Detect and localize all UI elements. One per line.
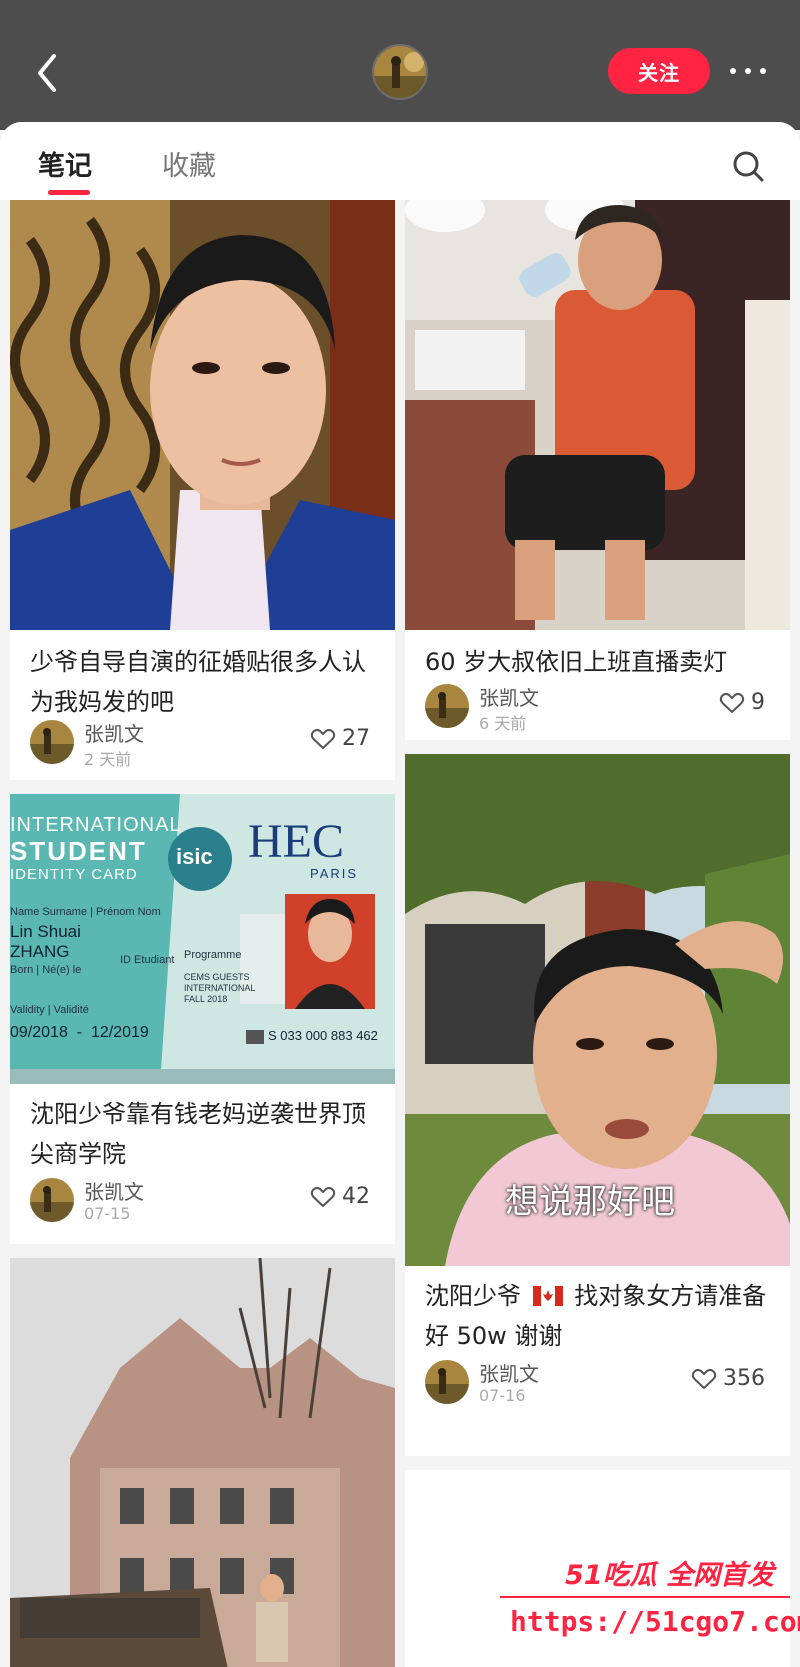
programme-line1: CEMS GUESTS — [184, 972, 250, 982]
note-cover-image — [10, 1258, 395, 1667]
heart-icon — [310, 728, 336, 749]
author-avatar[interactable] — [425, 1360, 469, 1404]
author-avatar[interactable] — [30, 720, 74, 764]
note-title: 少爷自导自演的征婚贴很多人认为我妈发的吧 — [30, 648, 366, 716]
like-button[interactable]: 9 — [719, 690, 765, 715]
id-name2: ZHANG — [10, 942, 70, 961]
tab-notes[interactable]: 笔记 — [38, 144, 92, 183]
author-name[interactable]: 张凯文 — [84, 718, 144, 747]
search-icon[interactable] — [730, 148, 766, 184]
note-meta: 张凯文 6 天前 9 — [425, 684, 765, 734]
tab-favorites[interactable]: 收藏 — [162, 144, 216, 183]
id-card-line1: INTERNATIONAL — [10, 814, 182, 836]
note-title: 沈阳少爷 找对象女方请准备好 50w 谢谢 — [425, 1276, 770, 1356]
id-validity-label: Validity | Validité — [10, 1004, 89, 1016]
note-cover-image — [10, 200, 395, 630]
author-name[interactable]: 张凯文 — [84, 1176, 144, 1205]
note-cover-image — [405, 200, 790, 630]
like-count: 42 — [342, 1184, 370, 1209]
like-button[interactable]: 42 — [310, 1184, 370, 1209]
notes-feed: 少爷自导自演的征婚贴很多人认为我妈发的吧 张凯文 2 天前 27 60 岁大叔依… — [0, 200, 800, 1667]
heart-icon — [691, 1368, 717, 1389]
dot — [760, 68, 766, 74]
top-bar: 关注 — [0, 0, 800, 130]
like-count: 356 — [723, 1366, 765, 1391]
note-card[interactable]: 少爷自导自演的征婚贴很多人认为我妈发的吧 张凯文 2 天前 27 — [10, 200, 395, 780]
post-date: 07-16 — [479, 1386, 526, 1405]
note-meta: 张凯文 07-16 356 — [425, 1360, 765, 1410]
content-sheet: 笔记 收藏 少爷自导自演的征婚贴很多人认为我妈发的吧 张凯文 2 天前 27 6… — [0, 122, 800, 1667]
video-subtitle: 想说那好吧 — [505, 1182, 675, 1222]
hec-logo: HEC — [248, 815, 344, 868]
watermark-line1: 51吃瓜 全网首发 — [565, 1560, 774, 1591]
heart-icon — [310, 1186, 336, 1207]
id-etudiant-label: ID Etudiant — [120, 954, 175, 966]
heart-icon — [719, 692, 745, 713]
note-card[interactable]: INTERNATIONAL STUDENT IDENTITY CARD isic… — [10, 794, 395, 1244]
note-meta: 张凯文 07-15 42 — [30, 1178, 370, 1228]
post-date: 2 天前 — [84, 750, 132, 769]
author-name[interactable]: 张凯文 — [479, 682, 539, 711]
dot — [730, 68, 736, 74]
watermark-line2: https://51cgo7.com — [510, 1605, 800, 1638]
note-card[interactable]: 想说那好吧 沈阳少爷 找对象女方请准备好 50w 谢谢 张凯文 07-16 35… — [405, 754, 790, 1456]
id-card-line3: IDENTITY CARD — [10, 866, 138, 883]
id-name-label: Name Surname | Prénom Nom — [10, 906, 161, 918]
author-avatar[interactable] — [425, 684, 469, 728]
hec-city: PARIS — [310, 866, 359, 881]
active-tab-indicator — [48, 190, 90, 195]
programme-label: Programme — [184, 949, 242, 961]
follow-button[interactable]: 关注 — [608, 48, 710, 94]
like-count: 9 — [751, 690, 765, 715]
note-title: 60 岁大叔依旧上班直播卖灯 — [425, 648, 728, 676]
note-card[interactable]: 60 岁大叔依旧上班直播卖灯 张凯文 6 天前 9 — [405, 200, 790, 740]
id-name1: Lin Shuai — [10, 922, 81, 941]
id-born-label: Born | Né(e) le — [10, 964, 82, 976]
profile-page: 关注 笔记 收藏 少爷自导自演的征婚贴很多人认为我妈发的吧 张凯文 2 天前 2… — [0, 0, 800, 1667]
like-button[interactable]: 356 — [691, 1366, 765, 1391]
like-button[interactable]: 27 — [310, 726, 370, 751]
note-title: 沈阳少爷靠有钱老妈逆袭世界顶尖商学院 — [30, 1100, 366, 1168]
post-date: 07-15 — [84, 1204, 131, 1223]
more-dots-icon[interactable] — [724, 58, 772, 84]
canada-flag-icon — [532, 1278, 563, 1306]
programme-line2: INTERNATIONAL — [184, 983, 256, 993]
tab-bar: 笔记 收藏 — [0, 122, 800, 198]
programme-line3: FALL 2018 — [184, 994, 228, 1004]
back-arrow-icon[interactable] — [28, 48, 68, 98]
note-meta: 张凯文 2 天前 27 — [30, 720, 370, 770]
author-avatar[interactable] — [30, 1178, 74, 1222]
author-name[interactable]: 张凯文 — [479, 1358, 539, 1387]
isic-logo: isic — [176, 844, 213, 869]
id-card-line2: STUDENT — [10, 836, 147, 866]
note-cover-image: 想说那好吧 — [405, 754, 790, 1266]
id-number: S 033 000 883 462 — [268, 1028, 378, 1043]
post-date: 6 天前 — [479, 714, 527, 733]
title-part-1: 沈阳少爷 — [425, 1282, 521, 1310]
dot — [745, 68, 751, 74]
like-count: 27 — [342, 726, 370, 751]
profile-avatar[interactable] — [372, 44, 428, 100]
watermark-divider — [500, 1596, 790, 1598]
note-card[interactable] — [10, 1258, 395, 1667]
id-dates: 09/2018 - 12/2019 — [10, 1024, 149, 1041]
note-cover-image: INTERNATIONAL STUDENT IDENTITY CARD isic… — [10, 794, 395, 1084]
